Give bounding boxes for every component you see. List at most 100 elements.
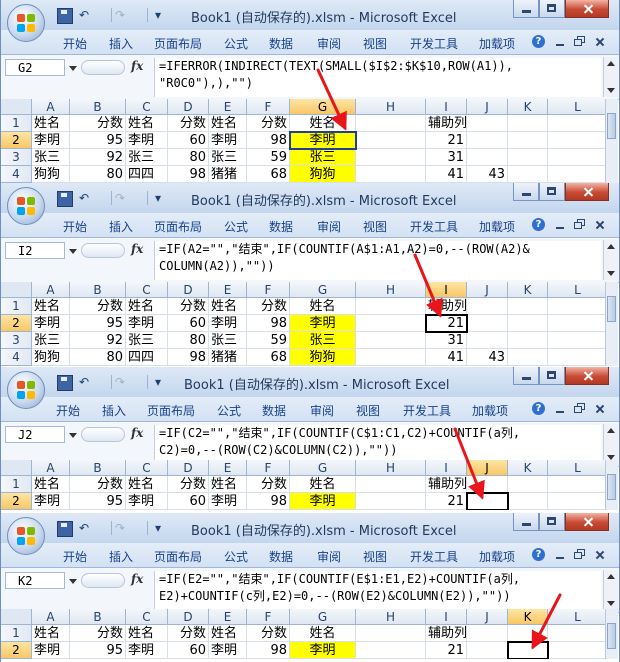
empty-cell[interactable] xyxy=(467,298,508,315)
cell-F1[interactable]: 分数 xyxy=(247,115,290,132)
cell-D3[interactable]: 80 xyxy=(168,149,209,166)
ribbon-tab[interactable]: 开始 xyxy=(63,35,87,52)
name-box-dropdown-icon[interactable] xyxy=(69,66,77,71)
close-window-button[interactable] xyxy=(565,183,609,201)
name-box-dropdown-icon[interactable] xyxy=(69,579,77,584)
cell-B1[interactable]: 分数 xyxy=(70,476,126,493)
workbook-close-icon[interactable] xyxy=(592,402,608,415)
row-header[interactable]: 4 xyxy=(1,349,32,366)
cell-I2[interactable]: 21 xyxy=(426,642,467,659)
column-header[interactable]: E xyxy=(209,99,247,115)
workbook-restore-icon[interactable] xyxy=(572,218,588,231)
workbook-close-icon[interactable] xyxy=(592,548,608,561)
cell-F1[interactable]: 分数 xyxy=(247,625,290,642)
cell-A3[interactable]: 张三 xyxy=(32,332,70,349)
row-header[interactable]: 1 xyxy=(1,476,32,493)
column-header[interactable]: G xyxy=(290,609,356,625)
ribbon-tab[interactable]: 开始 xyxy=(63,548,87,565)
empty-cell[interactable] xyxy=(508,642,548,659)
column-header[interactable]: B xyxy=(70,460,126,476)
cell-F2[interactable]: 98 xyxy=(247,315,290,332)
cell-B1[interactable]: 分数 xyxy=(70,115,126,132)
cell-E2[interactable]: 李明 xyxy=(209,315,247,332)
scrollbar-thumb[interactable] xyxy=(607,474,616,500)
cell-G3[interactable]: 张三 xyxy=(290,149,356,166)
empty-cell[interactable] xyxy=(467,132,508,149)
formula-bar-splitter[interactable] xyxy=(81,60,125,75)
scroll-up-icon[interactable] xyxy=(607,574,615,579)
ribbon-tab[interactable]: 视图 xyxy=(363,218,387,235)
cell-B1[interactable]: 分数 xyxy=(70,625,126,642)
name-box[interactable]: G2 xyxy=(5,59,65,76)
empty-cell[interactable] xyxy=(548,642,608,659)
row-header[interactable]: 4 xyxy=(1,166,32,183)
minimize-window-button[interactable] xyxy=(513,183,539,201)
scroll-down-icon[interactable] xyxy=(607,88,615,93)
save-icon[interactable] xyxy=(57,375,73,391)
formula-bar-scroll[interactable] xyxy=(603,570,618,610)
column-header[interactable]: C xyxy=(126,460,168,476)
ribbon-tab[interactable]: 开发工具 xyxy=(410,35,458,52)
cell-F2[interactable]: 98 xyxy=(247,642,290,659)
cell-E4[interactable]: 猪猪 xyxy=(209,166,247,183)
ribbon-tab[interactable]: 开发工具 xyxy=(403,402,451,419)
ribbon-tab[interactable]: 页面布局 xyxy=(147,402,195,419)
cell-G4[interactable]: 狗狗 xyxy=(290,166,356,183)
cell-G3[interactable]: 张三 xyxy=(290,332,356,349)
maximize-window-button[interactable] xyxy=(539,183,565,201)
workbook-close-icon[interactable] xyxy=(592,218,608,231)
cell-A4[interactable]: 狗狗 xyxy=(32,166,70,183)
formula-bar-splitter[interactable] xyxy=(81,243,125,258)
cell-E3[interactable]: 张三 xyxy=(209,332,247,349)
help-icon[interactable]: ? xyxy=(532,218,545,231)
cell-A1[interactable]: 姓名 xyxy=(32,625,70,642)
name-box-dropdown-icon[interactable] xyxy=(69,433,77,438)
column-header[interactable]: A xyxy=(32,609,70,625)
column-header[interactable]: E xyxy=(209,460,247,476)
cell-E1[interactable]: 姓名 xyxy=(209,625,247,642)
help-icon[interactable]: ? xyxy=(532,548,545,561)
workbook-minimize-icon[interactable] xyxy=(552,402,568,415)
empty-cell[interactable] xyxy=(356,166,426,183)
empty-cell[interactable] xyxy=(356,642,426,659)
cell-E3[interactable]: 张三 xyxy=(209,149,247,166)
empty-cell[interactable] xyxy=(356,315,426,332)
empty-cell[interactable] xyxy=(356,493,426,510)
cell-B2[interactable]: 95 xyxy=(70,642,126,659)
column-header[interactable]: I xyxy=(426,282,467,298)
cell-D1[interactable]: 分数 xyxy=(168,476,209,493)
undo-icon[interactable]: ↶ xyxy=(79,520,89,536)
undo-icon[interactable]: ↶ xyxy=(79,190,89,206)
ribbon-tab[interactable]: 审阅 xyxy=(310,402,334,419)
column-header[interactable]: G xyxy=(290,99,356,115)
empty-cell[interactable] xyxy=(467,149,508,166)
scrollbar-thumb[interactable] xyxy=(607,623,616,649)
cell-A1[interactable]: 姓名 xyxy=(32,115,70,132)
select-all-corner[interactable] xyxy=(1,609,32,625)
row-header[interactable]: 1 xyxy=(1,115,32,132)
column-header[interactable]: G xyxy=(290,282,356,298)
insert-function-icon[interactable]: fx xyxy=(131,242,143,256)
cell-G1[interactable]: 姓名 xyxy=(290,298,356,315)
office-button[interactable] xyxy=(7,4,45,42)
cell-A1[interactable]: 姓名 xyxy=(32,298,70,315)
column-header[interactable]: A xyxy=(32,282,70,298)
office-button[interactable] xyxy=(7,187,45,225)
cell-E1[interactable]: 姓名 xyxy=(209,298,247,315)
empty-cell[interactable] xyxy=(356,349,426,366)
cell-I2[interactable]: 21 xyxy=(426,132,467,149)
formula-bar-splitter[interactable] xyxy=(81,573,125,588)
column-header[interactable]: H xyxy=(356,282,426,298)
row-header[interactable]: 2 xyxy=(1,315,32,332)
cell-E4[interactable]: 猪猪 xyxy=(209,349,247,366)
cell-I1[interactable]: 辅助列 xyxy=(426,625,467,642)
cell-D1[interactable]: 分数 xyxy=(168,625,209,642)
column-header[interactable]: G xyxy=(290,460,356,476)
empty-cell[interactable] xyxy=(508,476,548,493)
cell-A2[interactable]: 李明 xyxy=(32,642,70,659)
column-header[interactable]: H xyxy=(356,460,426,476)
cell-C4[interactable]: 四四 xyxy=(126,166,168,183)
empty-cell[interactable] xyxy=(508,298,548,315)
cell-C1[interactable]: 姓名 xyxy=(126,476,168,493)
column-header[interactable]: E xyxy=(209,282,247,298)
